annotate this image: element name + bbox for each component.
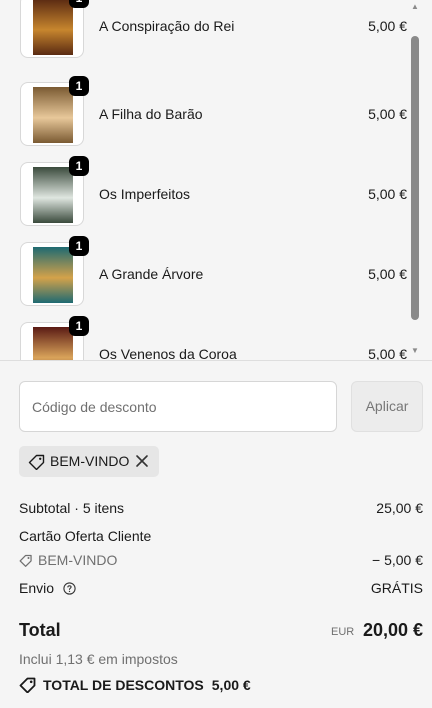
cart-item: 1 Os Venenos da Coroa 5,00 € (0, 316, 410, 361)
quantity-badge: 1 (69, 156, 89, 176)
total-value: 20,00 € (362, 620, 423, 640)
help-circle-icon[interactable] (63, 582, 76, 595)
quantity-badge: 1 (69, 76, 89, 96)
item-price: 5,00 € (368, 266, 407, 282)
book-cover-image (33, 167, 73, 223)
savings-label: TOTAL DE DESCONTOS (43, 677, 204, 693)
cart-item: 1 Os Imperfeitos 5,00 € (0, 156, 410, 226)
subtotal-value: 25,00 € (376, 500, 423, 516)
tag-icon (28, 454, 45, 470)
scroll-down-arrow-icon[interactable]: ▼ (410, 346, 420, 356)
quantity-badge: 1 (69, 0, 89, 8)
subtotal-row: Subtotal · 5 itens 25,00 € (19, 500, 423, 516)
book-cover-image (33, 87, 73, 143)
item-price: 5,00 € (368, 346, 407, 361)
discount-code-label: BEM-VINDO (38, 552, 118, 568)
applied-discount-chip: BEM-VINDO (19, 446, 159, 477)
quantity-badge: 1 (69, 236, 89, 256)
cart-item: 1 A Conspiração do Rei 5,00 € (0, 0, 410, 58)
apply-discount-button[interactable]: Aplicar (351, 381, 423, 432)
discount-code-value: − 5,00 € (372, 552, 423, 568)
product-thumbnail[interactable] (20, 0, 84, 58)
item-price: 5,00 € (368, 18, 407, 34)
item-name[interactable]: Os Venenos da Coroa (99, 346, 237, 360)
tax-note: Inclui 1,13 € em impostos (19, 651, 178, 667)
item-price: 5,00 € (368, 186, 407, 202)
item-name[interactable]: A Grande Árvore (99, 266, 203, 282)
tag-icon (19, 554, 32, 567)
discount-code-row: BEM-VINDO − 5,00 € (19, 552, 423, 568)
cart-item: 1 A Grande Árvore 5,00 € (0, 236, 410, 306)
subtotal-label: Subtotal · 5 itens (19, 500, 125, 516)
item-name[interactable]: Os Imperfeitos (99, 186, 190, 202)
item-name[interactable]: A Filha do Barão (99, 106, 203, 122)
quantity-badge: 1 (69, 316, 89, 336)
gift-card-row: Cartão Oferta Cliente (19, 528, 423, 544)
gift-card-label: Cartão Oferta Cliente (19, 528, 152, 544)
total-label: Total (19, 620, 61, 640)
close-icon[interactable] (135, 454, 149, 468)
cart-item: 1 A Filha do Barão 5,00 € (0, 76, 410, 146)
discount-code-input[interactable] (19, 381, 337, 432)
tag-icon (19, 677, 36, 694)
book-cover-image (33, 247, 73, 303)
shipping-label: Envio (19, 580, 55, 596)
item-name[interactable]: A Conspiração do Rei (99, 18, 234, 34)
total-savings: TOTAL DE DESCONTOS 5,00 € (19, 677, 251, 694)
currency-code: EUR (331, 626, 355, 638)
book-cover-image (33, 0, 73, 55)
shipping-row: Envio GRÁTIS (19, 580, 423, 596)
cart-items-list[interactable]: 1 A Conspiração do Rei 5,00 € 1 A Filha do B… (0, 0, 432, 361)
shipping-value: GRÁTIS (370, 580, 423, 596)
applied-discount-code: BEM-VINDO (50, 453, 130, 469)
scrollbar-thumb[interactable] (411, 36, 419, 320)
scroll-up-arrow-icon[interactable]: ▲ (410, 2, 420, 12)
savings-value: 5,00 € (211, 677, 251, 693)
item-price: 5,00 € (368, 106, 407, 122)
book-cover-image (33, 327, 73, 360)
